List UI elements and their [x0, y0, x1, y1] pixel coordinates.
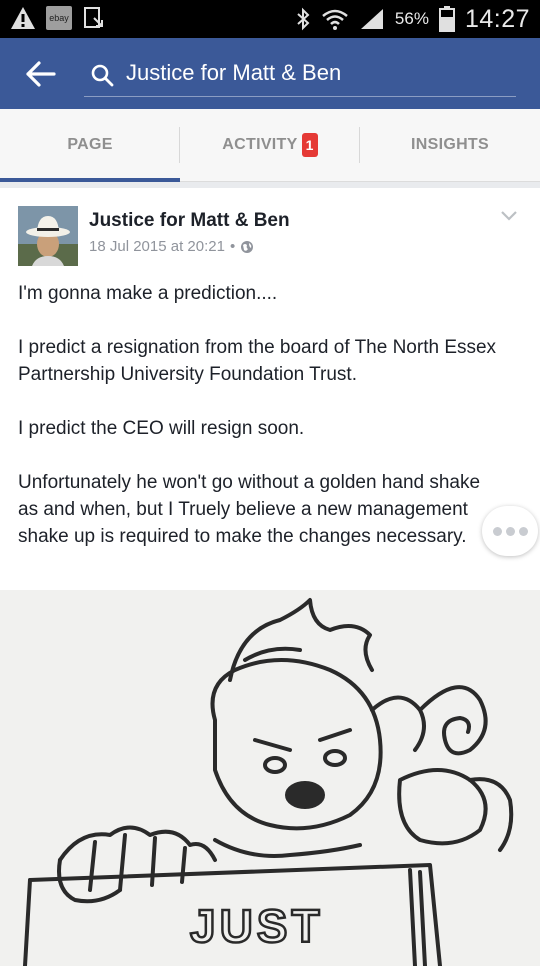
tab-page-label: PAGE	[67, 136, 113, 153]
profile-photo	[18, 206, 78, 266]
post-meta: 18 Jul 2015 at 20:21 •	[89, 238, 254, 255]
tab-activity-label: ACTIVITY	[222, 136, 298, 153]
search-query: Justice for Matt & Ben	[126, 60, 342, 85]
warning-icon	[11, 7, 35, 29]
status-bar: ebay 56% 14:27	[0, 0, 540, 38]
post-options-chevron-icon[interactable]	[500, 210, 518, 222]
ebay-icon: ebay	[46, 6, 72, 30]
post-paragraph: I predict the CEO will resign soon.	[18, 418, 305, 439]
avatar[interactable]	[18, 206, 78, 266]
post-body: I'm gonna make a prediction.... I predic…	[18, 280, 498, 577]
cartoon-illustration: JUST	[0, 590, 540, 966]
page-tabs: PAGE ACTIVITY 1 INSIGHTS	[0, 109, 540, 182]
sign-text: JUST	[190, 900, 324, 952]
status-bar-notifications: ebay	[10, 6, 106, 30]
app-header: Justice for Matt & Ben	[0, 38, 540, 109]
tab-page[interactable]: PAGE	[0, 109, 180, 181]
dot-icon	[506, 527, 515, 536]
tab-insights[interactable]: INSIGHTS	[360, 109, 540, 181]
post-paragraph: I predict a resignation from the board o…	[18, 337, 497, 385]
ebay-label: ebay	[49, 13, 69, 23]
tab-activity[interactable]: ACTIVITY 1	[180, 109, 360, 181]
battery-icon	[438, 6, 455, 32]
search-icon	[91, 64, 114, 87]
post-paragraph: Unfortunately he won't go without a gold…	[18, 472, 481, 547]
search-field[interactable]: Justice for Matt & Ben	[84, 52, 516, 97]
dot-icon	[493, 527, 502, 536]
status-bar-system: 56% 14:27	[295, 0, 530, 38]
more-options-button[interactable]	[482, 506, 538, 556]
back-button[interactable]	[22, 58, 62, 90]
wifi-icon	[322, 9, 348, 30]
bluetooth-icon	[297, 7, 310, 31]
battery-percent: 56%	[394, 9, 429, 28]
back-arrow-icon	[26, 61, 56, 87]
dot-icon	[519, 527, 528, 536]
post-card: Justice for Matt & Ben 18 Jul 2015 at 20…	[0, 182, 540, 966]
post-author[interactable]: Justice for Matt & Ben	[89, 210, 290, 232]
post-paragraph: I'm gonna make a prediction....	[18, 283, 278, 304]
post-image[interactable]: JUST	[0, 590, 540, 966]
download-icon	[84, 7, 103, 28]
signal-icon	[360, 9, 383, 29]
tab-insights-label: INSIGHTS	[411, 136, 489, 153]
post-timestamp[interactable]: 18 Jul 2015 at 20:21	[89, 238, 225, 255]
meta-separator: •	[229, 238, 236, 255]
notification-badge: 1	[301, 133, 318, 157]
globe-icon	[241, 240, 254, 253]
clock: 14:27	[464, 4, 530, 33]
